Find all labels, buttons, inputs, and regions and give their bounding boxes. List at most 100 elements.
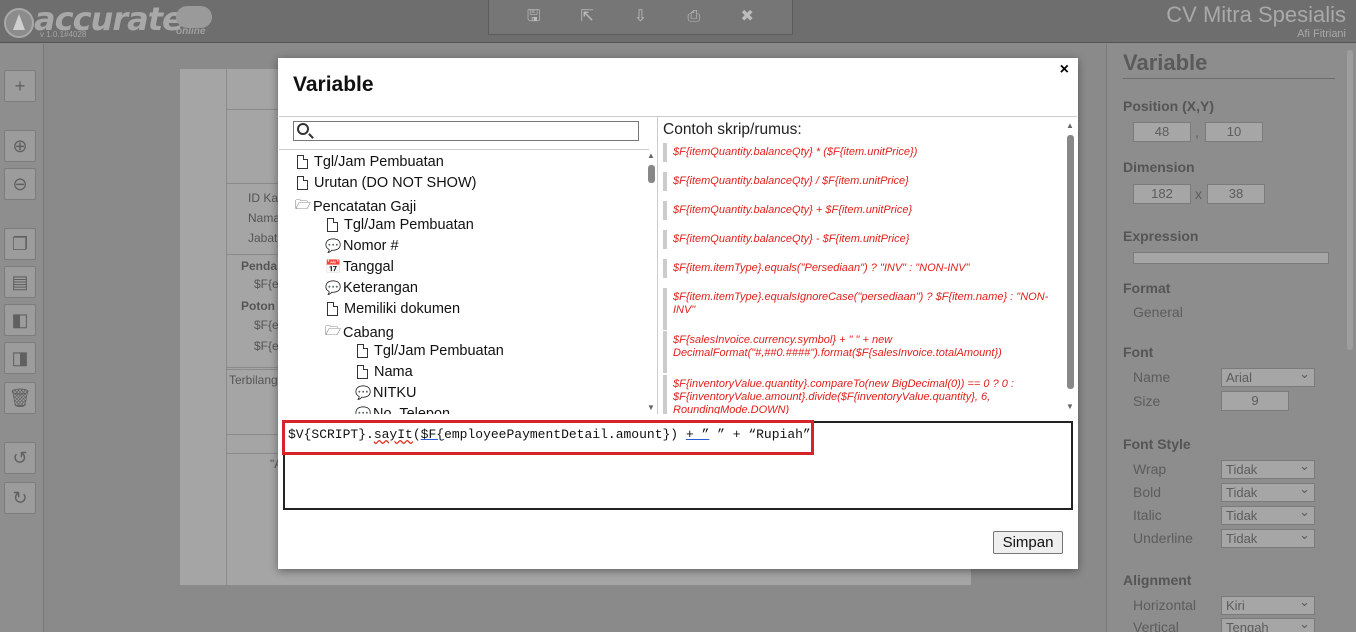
tree-item-label: Pencatatan Gaji: [313, 199, 417, 215]
tree-scrollbar[interactable]: ▲ ▼: [645, 151, 657, 413]
horizontal-select[interactable]: Kiri: [1221, 593, 1315, 615]
user-name: Afi Fitriani: [1297, 28, 1346, 40]
preview-icon[interactable]: ⎙: [683, 6, 705, 28]
scroll-down-icon[interactable]: ▼: [647, 403, 655, 412]
script-editor[interactable]: $V{SCRIPT}.sayIt($F{employeePaymentDetai…: [282, 420, 1073, 510]
font-name-select[interactable]: Arial: [1221, 365, 1315, 387]
dimension-width-input[interactable]: 182: [1133, 184, 1191, 204]
tree-item[interactable]: Tgl/Jam Pembuatan: [295, 154, 444, 170]
tree-item[interactable]: Nama: [355, 364, 413, 380]
comment-icon: 💬: [355, 385, 372, 400]
expression-input[interactable]: [1133, 252, 1329, 264]
search-icon: [297, 123, 309, 135]
tree-item-label: Tgl/Jam Pembuatan: [374, 343, 504, 359]
properties-panel: Variable Position (X,Y) 48 , 10 Dimensio…: [1106, 44, 1356, 632]
font-style-label: Font Style: [1123, 436, 1191, 452]
tree-item[interactable]: Tgl/Jam Pembuatan: [355, 343, 504, 359]
variable-dialog: Variable × Tgl/Jam Pembuatan Urutan (DO N…: [278, 58, 1078, 569]
doc-label-9: Terbilang: [229, 373, 278, 387]
font-size-input[interactable]: 9: [1221, 391, 1289, 411]
font-size-label: Size: [1133, 393, 1161, 409]
tree-item[interactable]: 🗁 Cabang: [325, 322, 394, 344]
vertical-label: Vertical: [1133, 619, 1179, 632]
tree-item[interactable]: Urutan (DO NOT SHOW): [295, 175, 476, 191]
add-icon[interactable]: +: [4, 70, 36, 102]
position-y-input[interactable]: 10: [1205, 122, 1263, 142]
tree-item[interactable]: 💬 No. Telepon: [355, 406, 450, 414]
export-icon[interactable]: ⇱: [576, 6, 598, 28]
calendar-icon: 📅: [325, 259, 342, 274]
alignment-label: Alignment: [1123, 572, 1192, 588]
redo-icon[interactable]: ↻: [4, 482, 36, 514]
undo-icon[interactable]: ↺: [4, 442, 36, 474]
tree-item[interactable]: Memiliki dokumen: [325, 301, 460, 317]
paste-icon[interactable]: ▤: [4, 266, 36, 298]
file-icon: [297, 155, 308, 169]
doc-label-8: $F{e: [254, 339, 279, 353]
accurate-logo: accurate v 1.0.1#4028 online: [4, 0, 214, 40]
examples-scroll-thumb[interactable]: [1067, 135, 1074, 389]
copy-icon[interactable]: ❐: [4, 228, 36, 260]
send-back-icon[interactable]: ◨: [4, 342, 36, 374]
save-button[interactable]: Simpan: [993, 531, 1063, 554]
comment-icon: 💬: [325, 238, 342, 253]
variable-search-input[interactable]: [293, 121, 639, 141]
script-code[interactable]: $V{SCRIPT}.sayIt($F{employeePaymentDetai…: [288, 427, 811, 442]
comment-icon: 💬: [355, 406, 372, 414]
scroll-down-icon[interactable]: ▼: [1066, 402, 1074, 411]
tree-item[interactable]: Tgl/Jam Pembuatan: [325, 217, 474, 233]
tree-scroll-thumb[interactable]: [648, 165, 655, 183]
left-toolbar: + ⊕ ⊖ ❐ ▤ ◧ ◨ 🗑 ↺ ↻: [0, 44, 44, 632]
bold-label: Bold: [1133, 484, 1162, 500]
example-item[interactable]: $F{inventoryValue.quantity}.compareTo(ne…: [663, 375, 1059, 414]
position-x-input[interactable]: 48: [1133, 122, 1191, 142]
dimension-height-input[interactable]: 38: [1207, 184, 1265, 204]
example-item[interactable]: $F{itemQuantity.balanceQty} / $F{item.un…: [663, 172, 1059, 191]
tree-item[interactable]: 📅 Tanggal: [325, 259, 394, 275]
tree-item[interactable]: 💬 Keterangan: [325, 280, 418, 296]
examples-header: Contoh skrip/rumus:: [663, 121, 802, 138]
tree-item-label: Memiliki dokumen: [344, 301, 461, 317]
tree-item[interactable]: 💬 NITKU: [355, 385, 417, 401]
properties-scrollbar[interactable]: [1347, 50, 1353, 350]
close-icon[interactable]: ✖: [736, 6, 758, 28]
examples-scrollbar[interactable]: ▲ ▼: [1064, 121, 1076, 413]
variable-tree-pane: Tgl/Jam Pembuatan Urutan (DO NOT SHOW) 🗁 Pe…: [279, 116, 658, 414]
scroll-up-icon[interactable]: ▲: [647, 151, 655, 160]
file-icon: [297, 176, 308, 190]
zoom-out-icon[interactable]: ⊖: [4, 168, 36, 200]
example-item[interactable]: $F{itemQuantity.balanceQty} + $F{item.un…: [663, 201, 1059, 220]
dialog-close-icon[interactable]: ×: [1060, 61, 1069, 79]
example-item[interactable]: $F{item.itemType}.equalsIgnoreCase("pers…: [663, 288, 1059, 330]
tree-item-label: Tanggal: [343, 259, 394, 275]
tree-item[interactable]: 🗁 Pencatatan Gaji: [295, 196, 416, 218]
company-info: CV Mitra Spesialis Afi Fitriani: [1166, 2, 1346, 40]
dialog-title: Variable: [293, 73, 374, 96]
tree-item-label: Tgl/Jam Pembuatan: [314, 154, 444, 170]
tree-item-label: Nomor #: [343, 238, 399, 254]
example-item[interactable]: $F{itemQuantity.balanceQty} * ($F{item.u…: [663, 143, 1059, 162]
format-value[interactable]: General: [1133, 304, 1183, 320]
logo-online: online: [176, 26, 206, 37]
save-icon[interactable]: 🖫: [523, 6, 545, 28]
import-icon[interactable]: ⇩: [629, 6, 651, 28]
vertical-select[interactable]: Tengah: [1221, 615, 1315, 632]
company-name: CV Mitra Spesialis: [1166, 2, 1346, 27]
cloud-icon: [176, 6, 212, 28]
delete-icon[interactable]: 🗑: [4, 382, 36, 414]
underline-select[interactable]: Tidak: [1221, 526, 1315, 548]
tree-item-label: Cabang: [343, 325, 394, 341]
italic-select[interactable]: Tidak: [1221, 503, 1315, 525]
example-item[interactable]: $F{salesInvoice.currency.symbol} + " " +…: [663, 331, 1059, 373]
example-item[interactable]: $F{item.itemType}.equals("Persediaan") ?…: [663, 259, 1059, 278]
properties-title: Variable: [1123, 50, 1335, 79]
bring-front-icon[interactable]: ◧: [4, 304, 36, 336]
scroll-up-icon[interactable]: ▲: [1066, 121, 1074, 130]
bold-select[interactable]: Tidak: [1221, 480, 1315, 502]
tree-item-label: NITKU: [373, 385, 417, 401]
zoom-in-icon[interactable]: ⊕: [4, 130, 36, 162]
tree-item[interactable]: 💬 Nomor #: [325, 238, 399, 254]
wrap-label: Wrap: [1133, 461, 1167, 477]
wrap-select[interactable]: Tidak: [1221, 457, 1315, 479]
example-item[interactable]: $F{itemQuantity.balanceQty} - $F{item.un…: [663, 230, 1059, 249]
